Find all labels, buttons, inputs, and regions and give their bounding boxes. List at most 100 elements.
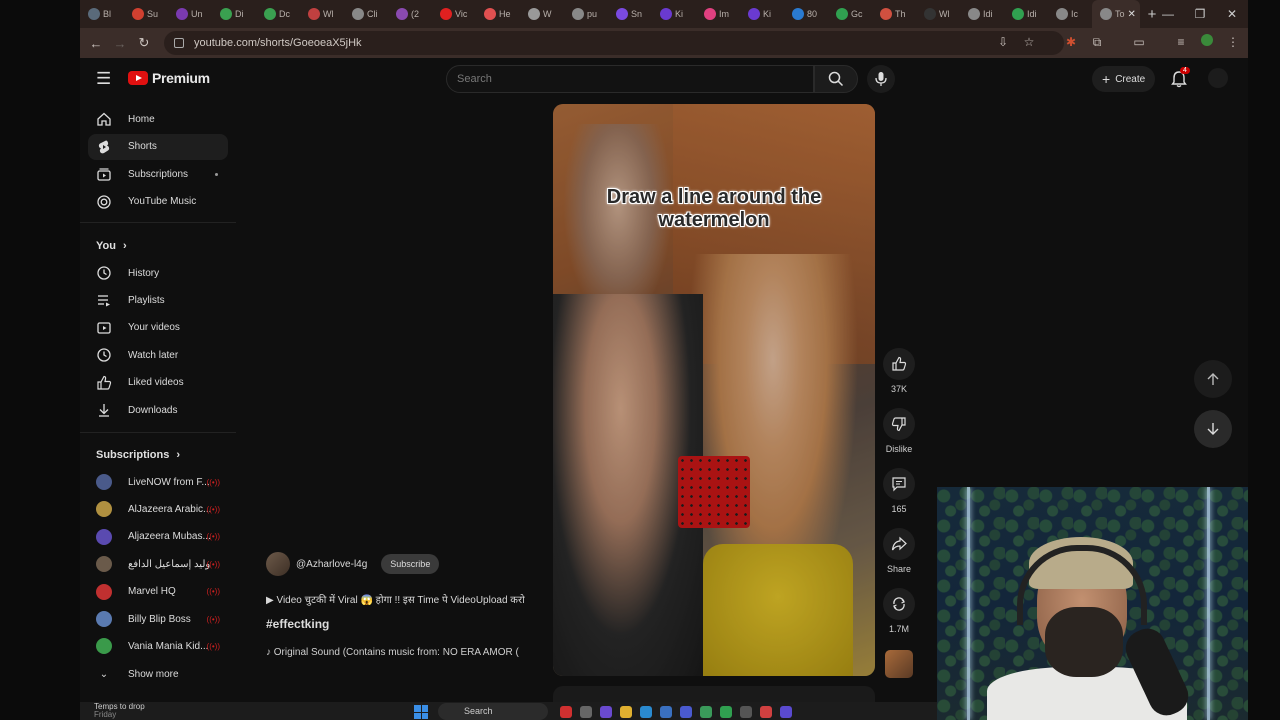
browser-tab[interactable]: Ki bbox=[652, 0, 696, 28]
browser-tab[interactable]: Wl bbox=[300, 0, 344, 28]
taskbar-app-icon[interactable] bbox=[740, 706, 752, 718]
create-button[interactable]: + Create bbox=[1092, 66, 1156, 92]
sidebar-item-home[interactable]: Home bbox=[88, 106, 228, 132]
forward-button[interactable]: → bbox=[108, 36, 132, 51]
remix-button[interactable] bbox=[883, 588, 915, 620]
sidebar-item-watch-later[interactable]: Watch later bbox=[88, 342, 228, 368]
youtube-logo[interactable]: Premium bbox=[128, 70, 210, 86]
close-window-button[interactable]: ✕ bbox=[1216, 0, 1248, 28]
browser-tab[interactable]: Cli bbox=[344, 0, 388, 28]
extension-icon[interactable]: ✱ bbox=[1062, 33, 1080, 51]
extensions-puzzle-icon[interactable]: ⧉ bbox=[1088, 33, 1106, 51]
browser-menu-icon[interactable]: ⋮ bbox=[1224, 33, 1242, 51]
taskbar-search[interactable]: Search bbox=[438, 703, 548, 720]
next-short-button[interactable] bbox=[1194, 410, 1232, 448]
sidebar-you-heading[interactable]: You › bbox=[96, 240, 127, 252]
like-button[interactable] bbox=[883, 348, 915, 380]
search-input[interactable]: Search bbox=[446, 65, 814, 93]
sidebar-item-liked-videos[interactable]: Liked videos bbox=[88, 370, 228, 396]
hamburger-menu-icon[interactable]: ☰ bbox=[96, 69, 111, 89]
share-button[interactable] bbox=[883, 528, 915, 560]
taskbar-app-icon[interactable] bbox=[700, 706, 712, 718]
browser-tab[interactable]: pu bbox=[564, 0, 608, 28]
hashtag-link[interactable]: #effectking bbox=[266, 617, 329, 631]
browser-tab[interactable]: Im bbox=[696, 0, 740, 28]
sidebar-subscription-item[interactable]: Aljazeera Mubas... ((•)) bbox=[88, 524, 228, 550]
sidebar-item-your-videos[interactable]: Your videos bbox=[88, 315, 228, 341]
voice-search-button[interactable] bbox=[867, 65, 895, 93]
bookmark-star-icon[interactable]: ☆ bbox=[1020, 33, 1038, 51]
windows-start-icon[interactable] bbox=[414, 705, 428, 719]
short-video-player[interactable]: Draw a line around the watermelon bbox=[553, 104, 875, 676]
browser-tab[interactable]: Bl bbox=[80, 0, 124, 28]
browser-tab[interactable]: Wl bbox=[916, 0, 960, 28]
browser-tab[interactable]: Di bbox=[212, 0, 256, 28]
browser-tab[interactable]: W bbox=[520, 0, 564, 28]
account-avatar[interactable] bbox=[1208, 68, 1228, 88]
show-more-button[interactable]: ⌄ Show more bbox=[88, 661, 228, 687]
install-app-icon[interactable]: ⇩ bbox=[994, 33, 1012, 51]
subscribe-button[interactable]: Subscribe bbox=[381, 554, 440, 574]
sound-thumbnail[interactable] bbox=[885, 650, 913, 678]
previous-short-button[interactable] bbox=[1194, 360, 1232, 398]
browser-tab[interactable]: To ✕ bbox=[1092, 0, 1140, 28]
browser-tab[interactable]: Sn bbox=[608, 0, 652, 28]
edge-icon[interactable] bbox=[640, 706, 652, 718]
taskbar-app-icon[interactable] bbox=[560, 706, 572, 718]
site-info-icon[interactable] bbox=[174, 38, 184, 48]
sidebar-subscriptions-heading[interactable]: Subscriptions › bbox=[96, 449, 180, 461]
sidebar-subscription-item[interactable]: Billy Blip Boss ((•)) bbox=[88, 606, 228, 632]
maximize-button[interactable]: ❐ bbox=[1184, 0, 1216, 28]
browser-tab[interactable]: Idi bbox=[960, 0, 1004, 28]
browser-tab[interactable]: Ic bbox=[1048, 0, 1092, 28]
browser-tab[interactable]: Ki bbox=[740, 0, 784, 28]
tab-label: Sn bbox=[631, 9, 643, 19]
browser-tab[interactable]: 80 bbox=[784, 0, 828, 28]
side-panel-icon[interactable]: ▭ bbox=[1130, 33, 1148, 51]
chrome-icon[interactable] bbox=[720, 706, 732, 718]
taskbar-app-icon[interactable] bbox=[600, 706, 612, 718]
sidebar-subscription-item[interactable]: Marvel HQ ((•)) bbox=[88, 579, 228, 605]
minimize-button[interactable]: — bbox=[1152, 0, 1184, 28]
sidebar-item-subscriptions[interactable]: Subscriptions bbox=[88, 161, 228, 187]
sidebar-subscription-item[interactable]: AlJazeera Arabic... ((•)) bbox=[88, 496, 228, 522]
weather-widget[interactable]: Temps to drop Friday bbox=[94, 703, 145, 719]
reload-button[interactable]: ↻ bbox=[132, 35, 156, 51]
dislike-button[interactable] bbox=[883, 408, 915, 440]
browser-tab[interactable]: Su bbox=[124, 0, 168, 28]
sidebar-item-youtube-music[interactable]: YouTube Music bbox=[88, 189, 228, 215]
profile-icon[interactable] bbox=[1198, 33, 1216, 51]
sidebar-item-downloads[interactable]: Downloads bbox=[88, 397, 228, 423]
sidebar-subscription-item[interactable]: Vania Mania Kid... ((•)) bbox=[88, 633, 228, 659]
sound-link[interactable]: ♪ Original Sound (Contains music from: N… bbox=[266, 647, 544, 658]
browser-tab[interactable]: Gc bbox=[828, 0, 872, 28]
folder-icon[interactable] bbox=[620, 706, 632, 718]
taskbar-app-icon[interactable] bbox=[580, 706, 592, 718]
address-bar[interactable]: youtube.com/shorts/GoeoeaX5jHk bbox=[164, 31, 1064, 55]
channel-avatar[interactable] bbox=[266, 552, 290, 576]
sidebar-subscription-item[interactable]: LiveNOW from F... ((•)) bbox=[88, 469, 228, 495]
sidebar-item-history[interactable]: History bbox=[88, 260, 228, 286]
browser-tab[interactable]: Th bbox=[872, 0, 916, 28]
channel-name[interactable]: @Azharlove-l4g bbox=[296, 559, 367, 570]
sidebar-item-shorts[interactable]: Shorts bbox=[88, 133, 228, 160]
sidebar-subscription-item[interactable]: وليد إسماعيل الدافع ((•)) bbox=[88, 551, 228, 577]
close-tab-icon[interactable]: ✕ bbox=[1128, 9, 1136, 20]
taskbar-app-icon[interactable] bbox=[760, 706, 772, 718]
browser-tab[interactable]: Idi bbox=[1004, 0, 1048, 28]
taskbar-app-icon[interactable] bbox=[660, 706, 672, 718]
browser-tab[interactable]: (2 bbox=[388, 0, 432, 28]
back-button[interactable]: ← bbox=[84, 36, 108, 51]
tab-favicon-icon bbox=[396, 8, 408, 20]
browser-tab[interactable]: Un bbox=[168, 0, 212, 28]
browser-tab[interactable]: Vic bbox=[432, 0, 476, 28]
taskbar-app-icon[interactable] bbox=[680, 706, 692, 718]
search-button[interactable] bbox=[814, 65, 858, 93]
comments-button[interactable] bbox=[883, 468, 915, 500]
short-title[interactable]: ▶ Video चुटकी में Viral 😱 होगा !! इस Tim… bbox=[266, 592, 544, 606]
media-controls-icon[interactable]: ≡ bbox=[1172, 33, 1190, 51]
browser-tab[interactable]: He bbox=[476, 0, 520, 28]
sidebar-item-playlists[interactable]: Playlists bbox=[88, 287, 228, 313]
browser-tab[interactable]: Dc bbox=[256, 0, 300, 28]
discord-icon[interactable] bbox=[780, 706, 792, 718]
